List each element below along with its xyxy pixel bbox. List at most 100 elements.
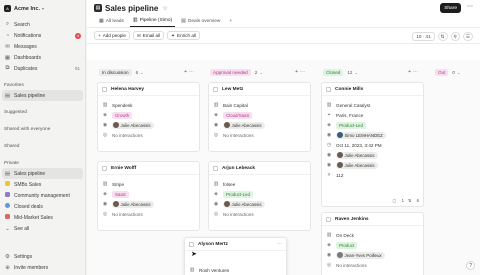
tab-pipeline[interactable]: ▥ Pipeline (Simo) xyxy=(129,17,176,27)
sidebar-item-search[interactable]: ⌕ Search xyxy=(0,19,85,30)
owner-name: Julie Abecassis xyxy=(344,162,375,168)
card-checkbox[interactable] xyxy=(102,86,107,92)
card-name: Lew Metz xyxy=(222,86,244,92)
private-section-title[interactable]: Private xyxy=(0,158,85,168)
owner-chip[interactable]: Julie Abecassis xyxy=(223,121,265,129)
owner-chip[interactable]: Julie Abecassis xyxy=(336,151,378,159)
dashboard-icon: ▦ xyxy=(4,54,11,61)
sidebar-item-notifications[interactable]: ◔ Notifications 4 xyxy=(0,30,85,41)
card-checkbox[interactable] xyxy=(326,86,331,92)
building-icon: ▥ xyxy=(213,181,219,187)
deal-card-raven-jenkins[interactable]: Raven Jenkins ▥ On Deck ◈ Product ◉ Jean-Yv… xyxy=(321,212,424,275)
status-badge[interactable]: In discussion xyxy=(99,68,132,76)
card-location-row: ⌖ Paris, France xyxy=(322,110,423,120)
card-checkbox[interactable] xyxy=(213,86,218,92)
shared-section-title[interactable]: Shared xyxy=(0,141,85,151)
column-closed: Closed 12 ⌄ +⋯ xyxy=(321,60,422,78)
kanban-icon: ▥ xyxy=(132,17,138,23)
sidebar-item-invite[interactable]: ⊕ Invite members xyxy=(0,262,85,273)
card-interactions: No interactions xyxy=(336,262,367,268)
shared-everyone-section-title[interactable]: Shared with everyone xyxy=(0,124,85,134)
favorites-section-title[interactable]: Favorites xyxy=(0,80,85,90)
add-view-button[interactable]: + xyxy=(226,19,235,27)
main-area: ▤ Sales pipeline ☆ Share ⋯ ▦ All leads ▥ P… xyxy=(87,0,480,275)
card-checkbox[interactable] xyxy=(326,216,331,222)
enrich-all-button[interactable]: ✦ Enrich all xyxy=(167,31,200,40)
duplicates-icon: ⧉ xyxy=(5,65,10,71)
owner-name: Julie Abecassis xyxy=(120,122,151,128)
column-count: 2 xyxy=(254,69,258,75)
card-date: Oct 11, 2023, 3:42 PM xyxy=(336,142,382,148)
card-header: Arjun Lebeack xyxy=(209,162,310,175)
chevron-down-icon: ▾ xyxy=(41,6,44,11)
status-badge[interactable]: Out xyxy=(435,68,449,76)
sidebar-item-dashboards[interactable]: ▦ Dashboards xyxy=(0,52,85,63)
card-owner-row: ◉ Julie Abecassis xyxy=(209,120,310,130)
sidebar-item-favorite-sales-pipeline[interactable]: ▤ Sales pipeline xyxy=(2,90,83,101)
sidebar-item-sales-pipeline[interactable]: ▤ Sales pipeline xyxy=(2,168,83,179)
email-all-button[interactable]: ✉ Email all xyxy=(132,31,165,40)
owner-chip[interactable]: Jean-Yves Poilleux xyxy=(336,251,385,259)
sidebar-item-duplicates[interactable]: ⧉ Duplicates 91 xyxy=(0,63,85,74)
sidebar-item-smbs-sales[interactable]: SMBs Sales xyxy=(0,179,85,190)
card-tag: Product xyxy=(336,241,358,249)
card-header: Raven Jenkins xyxy=(322,213,423,226)
avatar xyxy=(112,201,119,207)
column-actions[interactable]: +⋯ xyxy=(408,69,420,75)
owner-name: Julie Abecassis xyxy=(231,122,262,128)
card-tag-row: ◈ Product-Led xyxy=(322,120,423,130)
sidebar-item-community-management[interactable]: Community management xyxy=(0,190,85,201)
owner-chip[interactable]: Julie Abecassis xyxy=(112,200,154,208)
owner-icon: ◉ xyxy=(326,152,332,158)
sidebar-item-mid-market-sales[interactable]: Mid-Market Sales xyxy=(0,212,85,223)
column-header: Approval needed 2 ⌄ +⋯ xyxy=(208,66,309,78)
sidebar-item-closed-deals[interactable]: Closed deals xyxy=(0,201,85,212)
tab-deals-overview[interactable]: ▤ Deals overview xyxy=(178,18,223,27)
workspace-name: Acme Inc. xyxy=(14,5,40,12)
sidebar-item-see-all[interactable]: ⌄ See all xyxy=(0,223,85,234)
owner-chip[interactable]: Julie Abecassis xyxy=(112,121,154,129)
sidebar-item-label: See all xyxy=(14,225,30,232)
column-actions[interactable]: +⋯ xyxy=(295,69,307,75)
card-interactions-row: ◎ No interactions xyxy=(209,130,310,140)
column-header: Out 0 ⌄ xyxy=(433,66,478,78)
owner-icon: ◉ xyxy=(213,122,219,128)
owner-chip[interactable]: Simo LEMHANDEZ xyxy=(336,131,386,139)
owner-chip[interactable]: Julie Abecassis xyxy=(336,161,378,169)
help-button[interactable]: ? xyxy=(466,261,475,270)
deal-card-connie-mills[interactable]: Connie Mills ▥ General Catalyst ⌖ Paris, F… xyxy=(321,82,424,207)
owner-chip[interactable]: Julie Abecassis xyxy=(223,200,265,208)
deal-card-ernie-wolff[interactable]: Ernie Wolff ▥ Stripe ◈ SaaS ◉ Julie Abecass… xyxy=(97,161,200,231)
column-actions[interactable]: +⋯ xyxy=(184,69,196,75)
card-checkbox[interactable] xyxy=(189,241,194,247)
sort-icon[interactable]: ⇅ xyxy=(437,32,448,41)
add-people-button[interactable]: + Add people xyxy=(94,31,130,40)
card-checkbox[interactable] xyxy=(102,165,107,171)
column-header: In discussion 6 ⌄ +⋯ xyxy=(97,66,198,78)
tab-all-leads[interactable]: ▦ All leads xyxy=(96,18,127,27)
card-tag-row: ◈ Product-Led xyxy=(209,189,310,199)
star-icon[interactable]: ☆ xyxy=(162,5,167,12)
workspace-switcher[interactable]: A Acme Inc. ▾ xyxy=(0,0,85,17)
status-badge[interactable]: Approval needed xyxy=(210,68,251,76)
deal-card-alyson-mertz[interactable]: Alyson Mertz ⋯ ▥ Rosh Ventures xyxy=(184,237,287,275)
more-options-icon[interactable]: ⋯ xyxy=(467,3,473,10)
deal-card-arjun-lebeack[interactable]: Arjun Lebeack ▥ folsee ◈ Product-Led ◉ Juli… xyxy=(208,161,311,231)
status-badge[interactable]: Closed xyxy=(323,68,344,76)
filter-icon[interactable]: ⚲ xyxy=(450,32,460,41)
comment-count-value: 1 xyxy=(401,198,404,203)
card-checkbox[interactable] xyxy=(213,165,218,171)
sidebar-item-messages[interactable]: ✉ Messages xyxy=(0,41,85,52)
record-count[interactable]: 10 · 41 xyxy=(412,32,435,41)
card-header: Helena Harvey xyxy=(98,83,199,96)
sidebar-item-settings[interactable]: ⚙ Settings xyxy=(0,251,85,262)
share-button[interactable]: Share xyxy=(440,3,461,13)
card-more-icon[interactable]: ⋯ xyxy=(277,241,282,247)
suggested-section-title[interactable]: Suggested xyxy=(0,107,85,117)
view-settings-icon[interactable]: ☰ xyxy=(462,32,473,41)
tag-icon: ◈ xyxy=(327,242,331,248)
comment-count: ▢ 1 xyxy=(392,198,404,203)
deal-card-lew-metz[interactable]: Lew Metz ▥ Bain Capital ◈ Cloud/SaaS ◉ Juli… xyxy=(208,82,311,152)
sidebar-item-label: Messages xyxy=(14,43,37,50)
deal-card-helena-harvey[interactable]: Helena Harvey ▥ Spendesk ◈ Growth ◉ Julie A… xyxy=(97,82,200,152)
